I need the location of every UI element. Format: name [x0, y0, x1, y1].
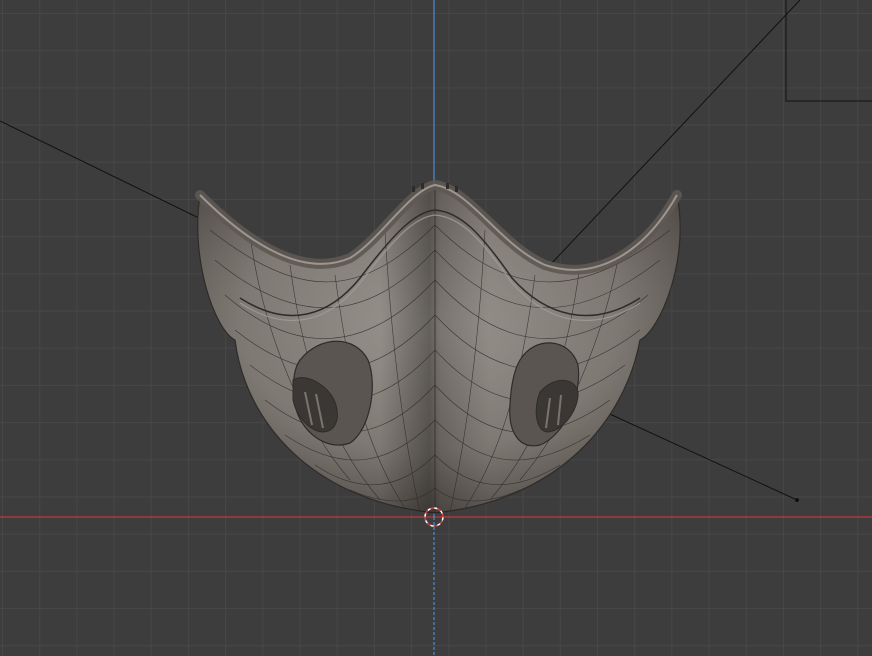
3d-viewport[interactable] [0, 0, 872, 656]
light-icon[interactable] [795, 498, 799, 502]
face-mask-object[interactable] [195, 179, 682, 520]
viewport-scene[interactable] [0, 0, 872, 656]
camera-icon[interactable] [785, 0, 872, 102]
